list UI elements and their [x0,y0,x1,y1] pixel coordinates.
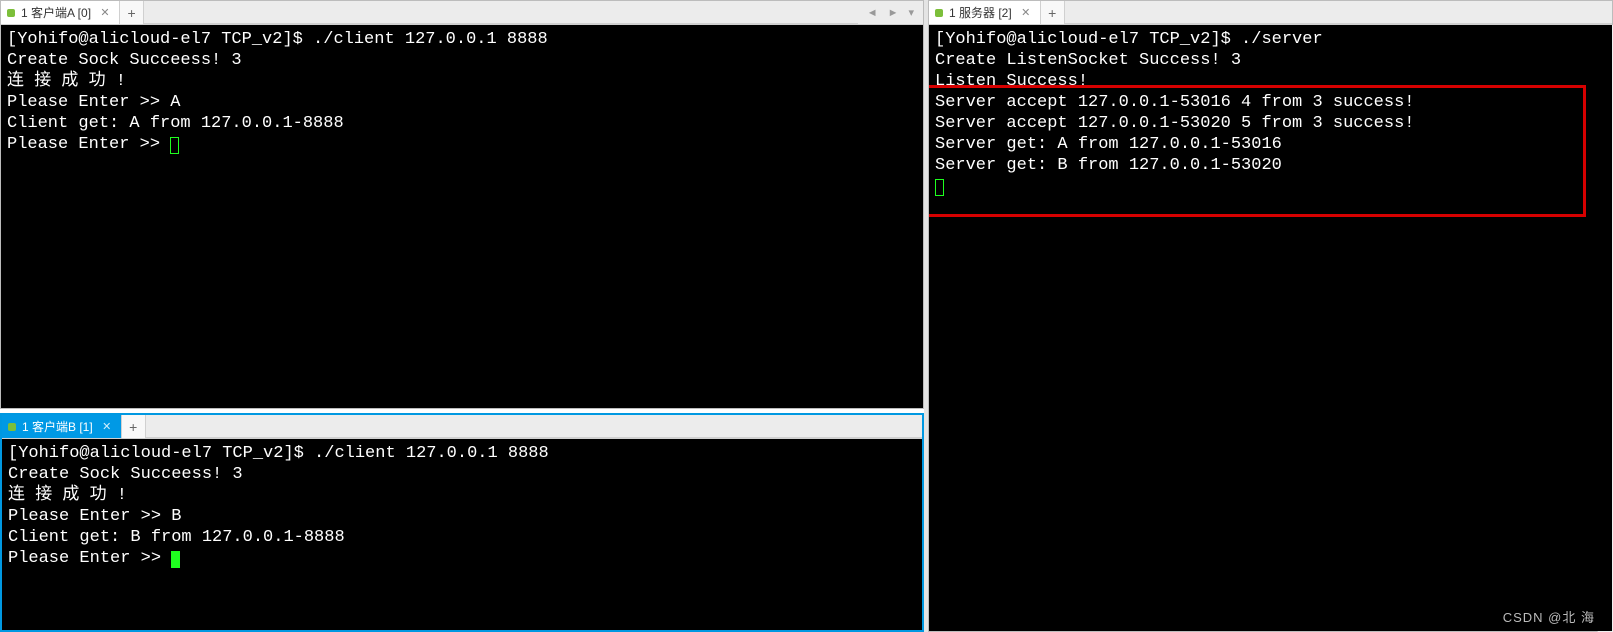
tab-client-b[interactable]: 1 客户端B [1] ✕ [2,415,122,438]
term-line: Create ListenSocket Success! 3 [935,50,1606,71]
tab-server[interactable]: 1 服务器 [2] ✕ [929,1,1041,24]
term-line [935,176,1606,197]
term-line: 连 接 成 功 ! [8,485,916,506]
tab-client-a[interactable]: 1 客户端A [0] ✕ [1,1,120,24]
cursor-icon [171,551,180,568]
term-line: [Yohifo@alicloud-el7 TCP_v2]$ ./client 1… [7,29,917,50]
term-line: Server get: B from 127.0.0.1-53020 [935,155,1606,176]
nav-dropdown-icon[interactable]: ▾ [905,6,917,19]
tab-label: 1 服务器 [2] [949,4,1012,21]
status-dot-icon [7,9,15,17]
term-line: Create Sock Succeess! 3 [8,464,916,485]
nav-right-icon[interactable]: ► [885,7,902,19]
new-tab-button[interactable]: + [122,415,146,438]
close-icon[interactable]: ✕ [101,421,113,433]
cursor-icon [935,179,944,196]
term-line: Client get: B from 127.0.0.1-8888 [8,527,916,548]
tab-spacer [144,1,858,24]
term-line: [Yohifo@alicloud-el7 TCP_v2]$ ./server [935,29,1606,50]
term-line: Please Enter >> [8,548,916,569]
term-line: Server accept 127.0.0.1-53016 4 from 3 s… [935,92,1606,113]
term-line: Server accept 127.0.0.1-53020 5 from 3 s… [935,113,1606,134]
term-line: Client get: A from 127.0.0.1-8888 [7,113,917,134]
tabbar-server: 1 服务器 [2] ✕ + [929,1,1612,25]
term-line: Please Enter >> A [7,92,917,113]
nav-left-icon[interactable]: ◄ [864,7,881,19]
close-icon[interactable]: ✕ [1020,7,1032,19]
tab-label: 1 客户端A [0] [21,4,91,21]
terminal-client-b[interactable]: [Yohifo@alicloud-el7 TCP_v2]$ ./client 1… [2,439,922,630]
tab-nav: ◄ ► ▾ [858,1,923,24]
tabbar-client-a: 1 客户端A [0] ✕ + ◄ ► ▾ [1,1,923,25]
term-line: 连 接 成 功 ! [7,71,917,92]
new-tab-button[interactable]: + [1041,1,1065,24]
term-line: Listen Success! [935,71,1606,92]
terminal-server[interactable]: [Yohifo@alicloud-el7 TCP_v2]$ ./server C… [929,25,1612,631]
terminal-client-a[interactable]: [Yohifo@alicloud-el7 TCP_v2]$ ./client 1… [1,25,923,408]
term-line: Please Enter >> [7,134,917,155]
server-pane: 1 服务器 [2] ✕ + [Yohifo@alicloud-el7 TCP_v… [928,0,1613,632]
tabbar-client-b: 1 客户端B [1] ✕ + [2,415,922,439]
client-a-pane: 1 客户端A [0] ✕ + ◄ ► ▾ [Yohifo@alicloud-el… [0,0,924,409]
tab-spacer [146,415,922,438]
tab-spacer [1065,1,1612,24]
term-line: Please Enter >> B [8,506,916,527]
term-line: [Yohifo@alicloud-el7 TCP_v2]$ ./client 1… [8,443,916,464]
term-line: Create Sock Succeess! 3 [7,50,917,71]
new-tab-button[interactable]: + [120,1,144,24]
status-dot-icon [935,9,943,17]
cursor-icon [170,137,179,154]
status-dot-icon [8,423,16,431]
close-icon[interactable]: ✕ [99,7,111,19]
tab-label: 1 客户端B [1] [22,418,93,435]
client-b-pane: 1 客户端B [1] ✕ + [Yohifo@alicloud-el7 TCP_… [0,413,924,632]
term-line: Server get: A from 127.0.0.1-53016 [935,134,1606,155]
